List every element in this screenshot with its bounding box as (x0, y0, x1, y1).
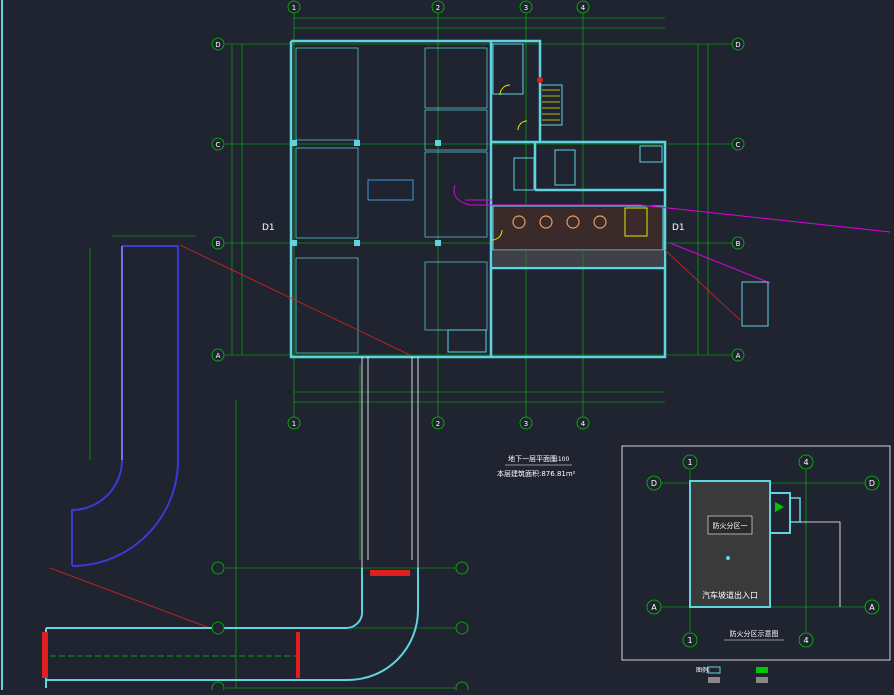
axis-left-c: C (216, 141, 221, 149)
entrance-label: 汽车坡道出入口 (702, 590, 758, 600)
legend-swatch-hatch (708, 677, 720, 683)
zone-label-d1-right: D1 (672, 223, 685, 233)
plan-scale: 1:100 (552, 456, 569, 463)
zone-label-d1-left: D1 (262, 223, 275, 233)
inset-center-marker (726, 556, 730, 560)
axis-bottom-4: 4 (581, 420, 586, 428)
plan-area: 本层建筑面积:876.81m² (497, 469, 576, 478)
fire-point-marker (537, 77, 543, 83)
inset-axis-bottom-1: 1 (687, 636, 692, 645)
axis-top-2: 2 (436, 4, 440, 12)
inset-axis-top-1: 1 (687, 458, 692, 467)
axis-left-a: A (216, 352, 221, 360)
zone-name: 防火分区一 (713, 521, 748, 530)
inset-caption: 防火分区示意图 (730, 629, 779, 638)
inset-axis-bottom-4: 4 (803, 636, 808, 645)
inset-axis-right-d: D (869, 479, 875, 488)
fire-zone-area (689, 480, 771, 608)
axis-bottom-3: 3 (524, 420, 528, 428)
axis-top-4: 4 (581, 4, 586, 12)
legend-swatch-green (756, 667, 768, 673)
inset-axis-right-a: A (869, 603, 875, 612)
inset-axis-left-d: D (651, 479, 657, 488)
floor-plan-drawing: 1 2 3 4 1 2 3 4 D C B A D C B A D1 D1 地下… (0, 0, 894, 695)
axis-left-b: B (216, 240, 221, 248)
axis-bottom-1: 1 (292, 420, 296, 428)
inset-axis-left-a: A (651, 603, 657, 612)
axis-right-c: C (736, 141, 741, 149)
axis-top-1: 1 (292, 4, 296, 12)
axis-right-a: A (736, 352, 741, 360)
equipment-room-hatch (492, 205, 664, 266)
plan-title: 地下一层平面图 (508, 454, 557, 463)
cad-drawing-canvas: 1 2 3 4 1 2 3 4 D C B A D C B A D1 D1 地下… (0, 0, 894, 695)
axis-top-3: 3 (524, 4, 528, 12)
axis-bottom-2: 2 (436, 420, 440, 428)
axis-right-b: B (736, 240, 741, 248)
inset-axis-top-4: 4 (803, 458, 808, 467)
legend-swatch-gray (756, 677, 768, 683)
axis-left-d: D (215, 41, 220, 49)
axis-right-d: D (735, 41, 740, 49)
